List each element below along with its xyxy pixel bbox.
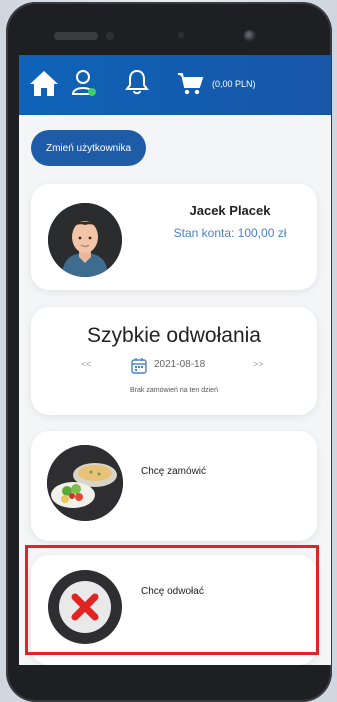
order-label: Chcę zamówić: [141, 466, 207, 477]
top-navigation-bar: (0,00 PLN): [19, 55, 331, 115]
phone-camera: [244, 30, 256, 42]
bell-icon[interactable]: [124, 68, 150, 96]
food-image: [47, 445, 123, 521]
quick-cancel-title: Szybkie odwołania: [87, 324, 261, 347]
profile-card: Jacek Placek Stan konta: 100,00 zł: [31, 184, 317, 290]
user-name: Jacek Placek: [189, 203, 271, 218]
user-icon[interactable]: [71, 69, 97, 97]
home-icon[interactable]: [29, 70, 59, 97]
order-card[interactable]: Chcę zamówić: [31, 431, 317, 541]
cart-icon[interactable]: [177, 72, 205, 96]
account-balance: Stan konta: 100,00 zł: [173, 226, 287, 240]
previous-date-button[interactable]: <<: [81, 359, 92, 369]
switch-user-button[interactable]: Zmień użytkownika: [31, 130, 146, 166]
no-orders-message: Brak zamówień na ten dzień: [130, 387, 218, 394]
phone-sensor: [106, 32, 114, 40]
cart-total[interactable]: (0,00 PLN): [212, 79, 256, 89]
next-date-button[interactable]: >>: [253, 359, 264, 369]
quick-cancel-card: Szybkie odwołania << 2021-08-18 >> Brak …: [31, 307, 317, 415]
person-avatar-icon: [48, 203, 122, 277]
highlight-frame: [25, 545, 319, 655]
calendar-icon[interactable]: [131, 357, 147, 374]
selected-date[interactable]: 2021-08-18: [154, 359, 205, 370]
phone-speaker: [54, 32, 98, 40]
avatar: [48, 203, 122, 277]
phone-sensor: [178, 32, 184, 38]
food-plate-icon: [47, 445, 123, 521]
